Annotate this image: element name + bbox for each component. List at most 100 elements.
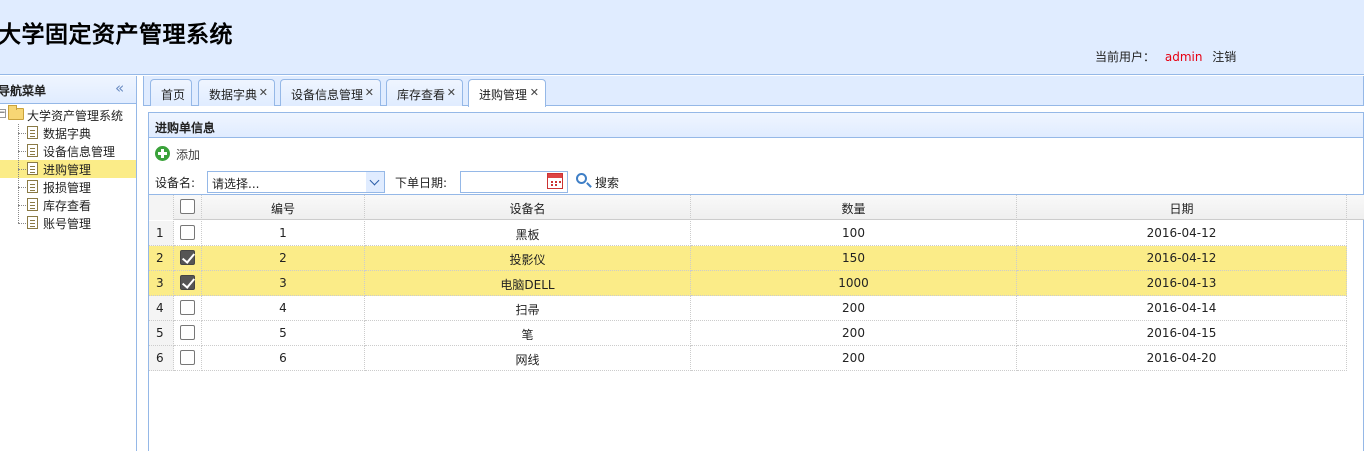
calendar-icon[interactable]	[547, 173, 563, 189]
cell-device-name: 黑板	[365, 221, 691, 246]
search-icon	[576, 173, 587, 184]
cell-id: 5	[202, 321, 365, 346]
folder-icon	[8, 105, 24, 120]
table-row[interactable]: 2 2 投影仪 150 2016-04-12	[149, 246, 1347, 271]
select-all-checkbox[interactable]	[180, 199, 195, 214]
toolbar: 添加 设备名: 请选择... 下单日期: 搜索	[148, 138, 1364, 194]
tab-label: 库存查看	[397, 88, 446, 102]
row-checkbox[interactable]	[180, 225, 195, 240]
panel-title: 进购单信息	[155, 121, 216, 135]
tab-label: 首页	[161, 88, 186, 102]
tab-purchase[interactable]: 进购管理 ✕	[468, 79, 546, 107]
row-number: 5	[149, 321, 174, 346]
column-header-date[interactable]: 日期	[1017, 195, 1347, 220]
row-select-cell	[174, 346, 202, 371]
row-select-cell	[174, 246, 202, 271]
tab-label: 数据字典	[209, 88, 258, 102]
tree-item-label: 数据字典	[43, 127, 92, 141]
cell-date: 2016-04-13	[1017, 271, 1347, 296]
sidebar-header: 导航菜单 «	[0, 76, 136, 104]
close-icon[interactable]: ✕	[447, 86, 456, 99]
device-name-label: 设备名:	[155, 176, 196, 190]
table-row[interactable]: 6 6 网线 200 2016-04-20	[149, 346, 1347, 371]
tree-connector	[18, 205, 26, 206]
order-date-label: 下单日期:	[395, 176, 448, 190]
document-icon	[27, 180, 38, 193]
tree-item-label: 库存查看	[43, 199, 92, 213]
tab-home[interactable]: 首页	[150, 79, 192, 106]
tree-guide-line	[18, 124, 19, 223]
cell-device-name: 网线	[365, 346, 691, 371]
tree-item-purchase[interactable]: 进购管理	[0, 160, 136, 178]
document-icon	[27, 126, 38, 139]
tab-inventory[interactable]: 库存查看 ✕	[386, 79, 463, 106]
close-icon[interactable]: ✕	[365, 86, 374, 99]
row-checkbox[interactable]	[180, 250, 195, 265]
nav-tree: − 大学资产管理系统 数据字典 设备信息管理 进购管理 报损管理 库存查看 账号…	[0, 105, 136, 232]
cell-device-name: 扫帚	[365, 296, 691, 321]
cell-quantity: 1000	[691, 271, 1017, 296]
tree-item-accounts[interactable]: 账号管理	[0, 214, 136, 232]
cell-date: 2016-04-12	[1017, 221, 1347, 246]
row-number: 3	[149, 271, 174, 296]
tree-connector	[18, 223, 26, 224]
collapse-icon[interactable]: «	[115, 79, 124, 97]
chevron-down-icon[interactable]	[366, 172, 384, 192]
row-number: 6	[149, 346, 174, 371]
tree-item-data-dictionary[interactable]: 数据字典	[0, 124, 136, 142]
purchase-grid: 编号 设备名 数量 日期 1 1 黑板 100 2016-04-12 2 2 投影仪 150 20…	[148, 194, 1364, 451]
row-select-cell	[174, 271, 202, 296]
grid-header-filler	[1347, 195, 1364, 220]
row-checkbox[interactable]	[180, 350, 195, 365]
logout-link[interactable]: 注销	[1212, 50, 1236, 64]
table-row[interactable]: 5 5 笔 200 2016-04-15	[149, 321, 1347, 346]
device-select[interactable]: 请选择...	[207, 171, 385, 193]
tree-item-device-info[interactable]: 设备信息管理	[0, 142, 136, 160]
close-icon[interactable]: ✕	[259, 86, 268, 99]
cell-date: 2016-04-14	[1017, 296, 1347, 321]
document-icon	[27, 216, 38, 229]
tree-item-label: 报损管理	[43, 181, 92, 195]
tree-connector	[18, 133, 26, 134]
column-header-id[interactable]: 编号	[202, 195, 365, 220]
main-content: 首页 数据字典 ✕ 设备信息管理 ✕ 库存查看 ✕ 进购管理 ✕ 进购单信息 添…	[143, 76, 1364, 451]
column-header-quantity[interactable]: 数量	[691, 195, 1017, 220]
tree-connector	[18, 187, 26, 188]
add-icon	[155, 146, 170, 161]
user-area: 当前用户： admin 注销	[1095, 48, 1242, 65]
tree-item-inventory[interactable]: 库存查看	[0, 196, 136, 214]
table-row[interactable]: 1 1 黑板 100 2016-04-12	[149, 221, 1347, 246]
row-checkbox[interactable]	[180, 300, 195, 315]
table-row[interactable]: 3 3 电脑DELL 1000 2016-04-13	[149, 271, 1347, 296]
cell-device-name: 笔	[365, 321, 691, 346]
search-row: 设备名: 请选择... 下单日期: 搜索	[155, 171, 855, 193]
row-number-header	[149, 195, 174, 220]
cell-date: 2016-04-15	[1017, 321, 1347, 346]
column-header-device-name[interactable]: 设备名	[365, 195, 691, 220]
tab-data-dictionary[interactable]: 数据字典 ✕	[198, 79, 275, 106]
tree-item-damage-report[interactable]: 报损管理	[0, 178, 136, 196]
cell-date: 2016-04-12	[1017, 246, 1347, 271]
document-icon	[27, 198, 38, 211]
table-row[interactable]: 4 4 扫帚 200 2016-04-14	[149, 296, 1347, 321]
row-checkbox[interactable]	[180, 275, 195, 290]
tree-root[interactable]: − 大学资产管理系统	[0, 105, 136, 124]
tree-collapse-icon[interactable]: −	[0, 109, 6, 118]
cell-device-name: 电脑DELL	[365, 271, 691, 296]
cell-id: 1	[202, 221, 365, 246]
search-label: 搜索	[595, 176, 620, 190]
cell-quantity: 200	[691, 296, 1017, 321]
document-icon	[27, 144, 38, 157]
row-select-cell	[174, 321, 202, 346]
document-icon	[27, 162, 38, 175]
close-icon[interactable]: ✕	[530, 86, 539, 99]
app-title: 大学固定资产管理系统	[0, 22, 233, 48]
cell-id: 4	[202, 296, 365, 321]
tab-bar: 首页 数据字典 ✕ 设备信息管理 ✕ 库存查看 ✕ 进购管理 ✕	[143, 76, 1364, 107]
sidebar: 导航菜单 « − 大学资产管理系统 数据字典 设备信息管理 进购管理 报损管理	[0, 76, 137, 451]
row-checkbox[interactable]	[180, 325, 195, 340]
cell-id: 3	[202, 271, 365, 296]
cell-quantity: 200	[691, 321, 1017, 346]
tab-device-info[interactable]: 设备信息管理 ✕	[280, 79, 381, 106]
tree-root-label: 大学资产管理系统	[27, 109, 124, 123]
